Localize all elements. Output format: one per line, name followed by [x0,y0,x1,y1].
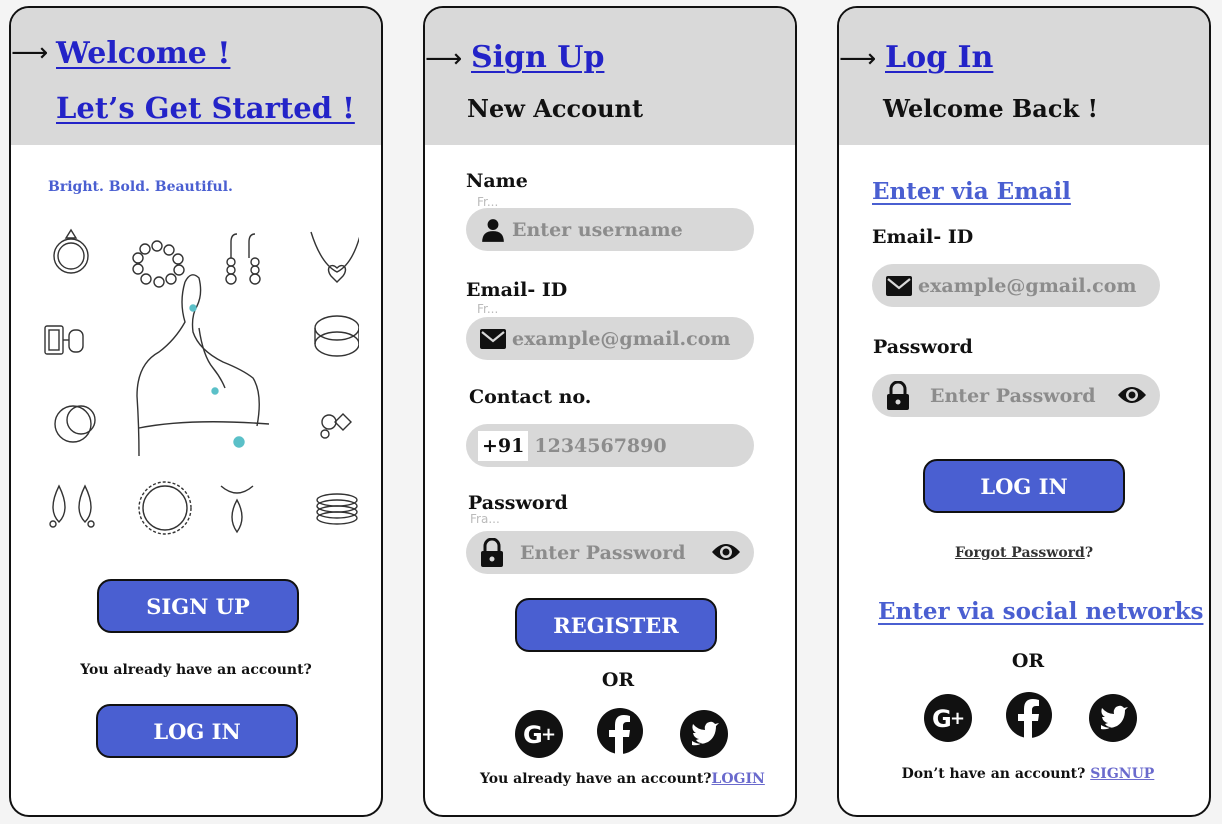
lock-icon [481,537,503,567]
bangle-icon [314,315,359,357]
arrow-right-icon: ⟶ [425,44,463,74]
no-account-text: Don’t have an account? [901,766,1086,782]
login-link[interactable]: LOGIN [712,771,765,787]
stacked-bangles-icon [316,493,358,525]
forgot-password-link[interactable]: Forgot Password [955,545,1085,561]
signup-link[interactable]: SIGNUP [1090,766,1154,782]
signup-title: Sign Up [471,40,605,75]
arrow-right-icon: ⟶ [11,38,49,68]
ring-icon [53,228,89,274]
login-title: Log In [885,40,994,75]
password-hint: Fra... [470,512,500,526]
login-screen: ⟶ Log In Welcome Back ! Enter via Email … [837,6,1211,817]
have-account-row: You already have an account?LOGIN [480,771,765,787]
drop-earrings-icon [225,233,261,285]
login-header [839,8,1209,145]
password-placeholder: Enter Password [930,384,1096,407]
register-button[interactable]: REGISTER [515,598,717,652]
password-field[interactable]: Enter Password [466,531,754,574]
email-label: Email- ID [466,279,568,301]
email-label: Email- ID [872,226,974,248]
have-account-text: You already have an account? [480,771,712,787]
svg-text:+: + [541,724,556,745]
brooch-icon [320,413,352,439]
forgot-password-row: Forgot Password? [839,545,1209,561]
google-plus-icon[interactable]: G+ [515,710,563,758]
have-account-text: You already have an account? [80,662,312,678]
pendant-icon [220,485,254,534]
signup-screen: ⟶ Sign Up New Account Name Fr... Enter u… [423,6,797,817]
name-hint: Fr... [477,195,499,209]
contact-label: Contact no. [469,386,592,408]
login-button[interactable]: LOG IN [923,459,1125,513]
login-button[interactable]: LOG IN [96,704,298,758]
mail-icon [886,275,912,296]
svg-text:G: G [932,705,952,733]
welcome-subtitle: Let’s Get Started ! [56,91,355,125]
bead-bracelet-icon [132,240,185,288]
email-field[interactable]: example@gmail.com [872,264,1160,307]
password-placeholder: Enter Password [520,541,686,564]
signup-button[interactable]: SIGN UP [97,579,299,633]
user-icon [482,218,504,242]
email-placeholder: example@gmail.com [918,274,1137,297]
forgot-suffix: ? [1084,545,1094,561]
google-plus-icon[interactable]: G+ [924,694,972,742]
email-section-title: Enter via Email [872,178,1071,205]
welcome-screen: ⟶ Welcome ! Let’s Get Started ! Bright. … [9,6,383,817]
twitter-icon[interactable] [680,710,728,758]
phone-placeholder: 1234567890 [534,434,667,457]
eye-icon[interactable] [710,540,742,564]
interlocked-rings-icon [54,405,96,443]
password-field[interactable]: Enter Password [872,374,1160,417]
no-account-row: Don’t have an account? SIGNUP [839,766,1209,782]
heart-necklace-icon [310,231,359,283]
social-section-title: Enter via social networks [878,598,1204,625]
cufflinks-icon [44,325,84,355]
email-placeholder: example@gmail.com [512,327,731,350]
svg-text:G: G [523,721,543,749]
username-field[interactable]: Enter username [466,208,754,251]
email-hint: Fr... [477,302,499,316]
name-label: Name [466,170,528,192]
facebook-icon[interactable] [1006,692,1052,738]
mail-icon [480,328,506,349]
eye-icon[interactable] [1116,383,1148,407]
password-label: Password [468,492,568,514]
woman-figure-icon [136,274,270,457]
welcome-title: Welcome ! [56,36,231,71]
signup-subtitle: New Account [467,94,644,123]
phone-field[interactable]: +91 1234567890 [466,424,754,467]
password-label: Password [873,336,973,358]
signup-header [425,8,795,145]
login-subtitle: Welcome Back ! [883,94,1098,123]
twitter-icon[interactable] [1089,694,1137,742]
svg-text:+: + [950,708,965,729]
or-text: OR [1011,650,1045,672]
email-field[interactable]: example@gmail.com [466,317,754,360]
tagline: Bright. Bold. Beautiful. [48,179,233,195]
lock-icon [887,380,909,410]
or-text: OR [601,669,635,691]
username-placeholder: Enter username [512,218,683,241]
facebook-icon[interactable] [597,708,643,754]
arrow-right-icon: ⟶ [839,44,877,74]
teardrop-earrings-icon [49,484,95,528]
country-code[interactable]: +91 [478,430,529,461]
tennis-bracelet-icon [138,481,192,535]
jewelry-illustration [44,228,359,535]
